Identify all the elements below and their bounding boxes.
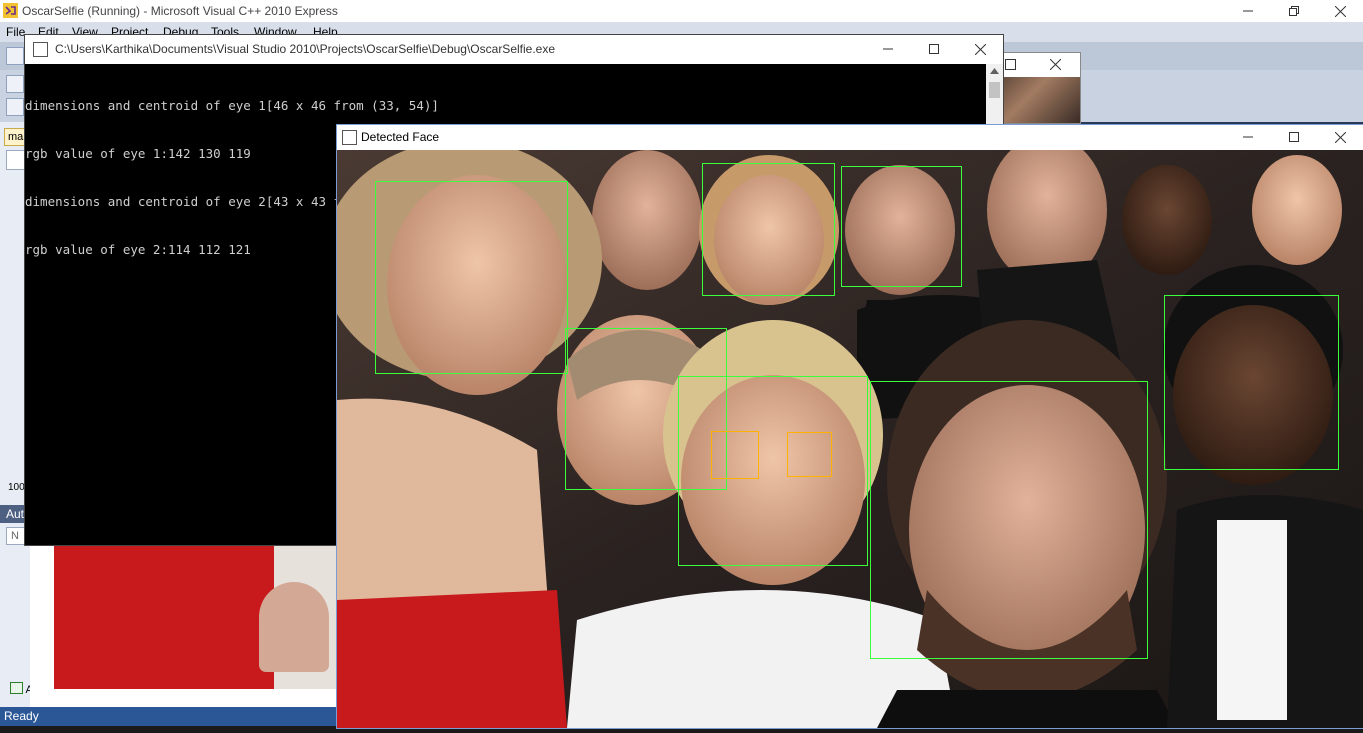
close-icon	[1334, 5, 1346, 17]
hidden-window-titlebar	[996, 53, 1080, 77]
minimize-icon	[1243, 10, 1253, 12]
menu-file[interactable]: File	[6, 25, 25, 39]
face-detection-box	[678, 376, 868, 566]
eye-detection-box	[787, 432, 832, 477]
toolbar-button[interactable]	[6, 75, 24, 93]
zoom-level[interactable]: 100	[8, 482, 25, 493]
hidden-window-image	[996, 77, 1080, 123]
detected-face-title: Detected Face	[361, 130, 440, 144]
console-title-bar: C:\Users\Karthika\Documents\Visual Studi…	[25, 35, 1003, 64]
console-line: dimensions and centroid of eye 1[46 x 46…	[25, 98, 439, 113]
console-minimize-button[interactable]	[865, 38, 911, 60]
console-maximize-button[interactable]	[911, 38, 957, 60]
detect-minimize-button[interactable]	[1225, 126, 1271, 148]
maximize-icon[interactable]	[1005, 59, 1016, 70]
background-image-fragment	[54, 544, 340, 689]
selfie-photo	[337, 150, 1363, 728]
face-detection-box	[841, 166, 962, 287]
vs-window-title: OscarSelfie (Running) - Microsoft Visual…	[22, 4, 338, 18]
toolbar-button[interactable]	[6, 47, 24, 65]
red-dress-fragment	[54, 544, 274, 689]
detected-face-window[interactable]: Detected Face	[336, 124, 1363, 729]
hidden-image-window[interactable]	[995, 52, 1081, 124]
maximize-icon	[1289, 132, 1299, 142]
face-detection-box	[870, 381, 1148, 659]
vs-close-button[interactable]	[1317, 0, 1363, 22]
face-detection-box	[375, 181, 568, 374]
solution-explorer-box	[6, 150, 26, 170]
close-icon[interactable]	[1050, 59, 1061, 70]
face-detection-box	[1164, 295, 1339, 470]
vs-restore-button[interactable]	[1271, 0, 1317, 22]
vs-minimize-button[interactable]	[1225, 0, 1271, 22]
window-app-icon	[342, 130, 357, 145]
maximize-icon	[929, 44, 939, 54]
console-close-button[interactable]	[957, 38, 1003, 60]
minimize-icon	[1243, 136, 1253, 138]
console-title: C:\Users\Karthika\Documents\Visual Studi…	[55, 42, 556, 56]
console-scroll-thumb[interactable]	[989, 82, 1000, 98]
eye-detection-box	[711, 431, 759, 479]
toolbar-button[interactable]	[6, 98, 24, 116]
close-icon	[1334, 131, 1346, 143]
console-app-icon	[33, 42, 48, 57]
scroll-up-arrow-icon[interactable]	[990, 68, 999, 74]
detect-maximize-button[interactable]	[1271, 126, 1317, 148]
vs-title-bar: OscarSelfie (Running) - Microsoft Visual…	[0, 0, 1363, 22]
minimize-icon	[883, 48, 893, 50]
autos-icon	[10, 682, 23, 694]
face-detection-box	[702, 163, 835, 296]
status-text: Ready	[4, 709, 39, 723]
close-icon	[974, 43, 986, 55]
hand-fragment	[259, 582, 329, 672]
detect-close-button[interactable]	[1317, 126, 1363, 148]
restore-icon	[1289, 6, 1299, 16]
visual-studio-logo-icon	[3, 3, 18, 18]
detected-face-title-bar: Detected Face	[337, 125, 1363, 150]
